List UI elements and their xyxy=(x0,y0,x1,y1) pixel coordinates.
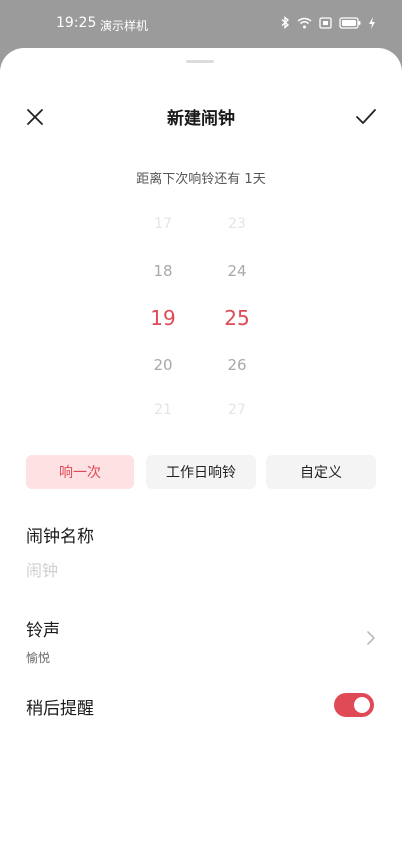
hour-option[interactable]: 21 xyxy=(133,402,193,418)
hour-option[interactable]: 20 xyxy=(133,356,193,374)
status-icons xyxy=(281,16,376,29)
ringtone-value: 愉悦 xyxy=(26,651,51,665)
page-title: 新建闹钟 xyxy=(167,109,235,129)
repeat-custom-button[interactable]: 自定义 xyxy=(266,455,376,489)
charging-icon xyxy=(369,16,375,29)
repeat-once-button[interactable]: 响一次 xyxy=(26,455,134,489)
repeat-options: 响一次 工作日响铃 自定义 xyxy=(26,455,376,489)
confirm-button[interactable] xyxy=(352,104,380,130)
repeat-workdays-button[interactable]: 工作日响铃 xyxy=(146,455,256,489)
toggle-knob xyxy=(354,697,370,713)
battery-icon xyxy=(339,16,361,29)
snooze-toggle[interactable] xyxy=(334,693,374,717)
alarm-name-input[interactable] xyxy=(24,556,368,584)
ringtone-row[interactable] xyxy=(0,608,402,672)
bluetooth-icon xyxy=(281,16,290,29)
minute-option[interactable]: 24 xyxy=(207,262,267,280)
ringtone-label: 铃声 xyxy=(26,621,60,641)
snooze-label: 稍后提醒 xyxy=(26,699,94,719)
chevron-right-icon xyxy=(367,631,375,645)
minute-option[interactable]: 23 xyxy=(207,216,267,232)
alarm-name-label: 闹钟名称 xyxy=(26,527,94,547)
sim-icon xyxy=(319,16,332,29)
new-alarm-sheet: 新建闹钟 距离下次响铃还有 1天 17 18 19 20 21 23 24 25… xyxy=(0,48,402,859)
drag-handle[interactable] xyxy=(186,60,214,63)
status-carrier: 演示样机 xyxy=(100,19,149,33)
hour-option[interactable]: 18 xyxy=(133,262,193,280)
selected-hour[interactable]: 19 xyxy=(133,306,193,330)
status-bar: 19:25 演示样机 xyxy=(0,0,402,50)
wifi-icon xyxy=(297,17,312,28)
check-icon xyxy=(356,109,376,124)
minute-option[interactable]: 26 xyxy=(207,356,267,374)
status-time: 19:25 xyxy=(56,15,97,31)
hour-option[interactable]: 17 xyxy=(133,216,193,232)
minute-option[interactable]: 27 xyxy=(207,402,267,418)
selected-minute[interactable]: 25 xyxy=(207,306,267,330)
countdown-text: 距离下次响铃还有 1天 xyxy=(136,172,266,187)
